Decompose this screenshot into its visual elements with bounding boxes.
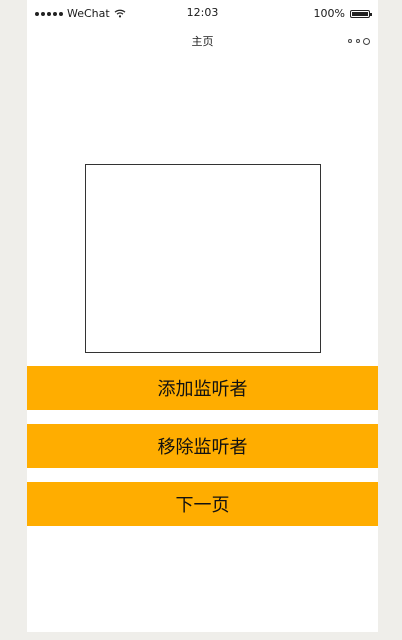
battery-percentage: 100%: [313, 7, 345, 20]
page-title: 主页: [191, 35, 214, 48]
status-bar: WeChat 12:03 100%: [27, 0, 378, 28]
canvas-area: [85, 164, 321, 353]
status-right: 100%: [313, 7, 372, 20]
add-listener-button[interactable]: 添加监听者: [27, 366, 378, 410]
more-options-icon[interactable]: [348, 37, 370, 45]
battery-icon: [350, 9, 372, 18]
phone-screen: WeChat 12:03 100% 主页 添加监听者 移除监听者 下一页: [27, 0, 378, 632]
remove-listener-button[interactable]: 移除监听者: [27, 424, 378, 468]
navigation-bar: 主页: [27, 28, 378, 54]
next-page-button[interactable]: 下一页: [27, 482, 378, 526]
